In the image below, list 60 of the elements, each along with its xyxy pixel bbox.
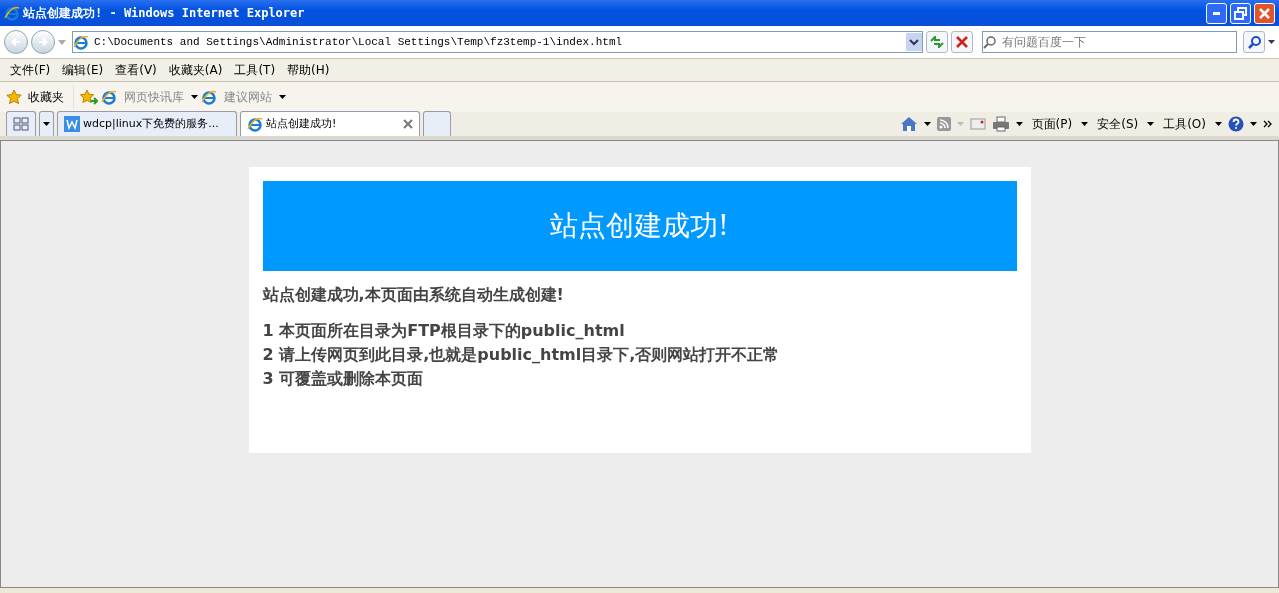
feed-icon[interactable] <box>936 117 951 131</box>
add-favorite-icon[interactable] <box>80 89 98 105</box>
search-icon <box>1247 35 1261 49</box>
tab-list-button[interactable] <box>39 111 54 136</box>
caret-icon[interactable] <box>1147 122 1155 126</box>
caret-icon[interactable] <box>1015 122 1023 126</box>
stop-icon <box>956 36 968 48</box>
home-icon[interactable] <box>899 116 918 132</box>
menu-item[interactable]: 文件(F) <box>6 61 59 79</box>
star-icon <box>6 89 22 105</box>
browser-logo-icon <box>4 5 20 21</box>
minimize-button[interactable] <box>1206 2 1227 24</box>
caret-icon <box>956 122 964 126</box>
menu-item[interactable]: 帮助(H) <box>283 61 338 79</box>
menu-item[interactable]: 查看(V) <box>111 61 165 79</box>
page-icon <box>73 34 89 50</box>
search-button[interactable] <box>1243 31 1265 53</box>
browser-tab[interactable]: 站点创建成功! <box>240 111 420 136</box>
menu-item[interactable]: 工具(T) <box>230 61 284 79</box>
site-logo-icon <box>64 116 80 132</box>
banner-title: 站点创建成功! <box>549 208 730 244</box>
page-icon <box>101 89 117 105</box>
instruction-line: 2 请上传网页到此目录,也就是public_html目录下,否则网站打开不正常 <box>262 344 781 366</box>
favorites-button[interactable]: 收藏夹 <box>25 88 67 106</box>
minimize-icon <box>1213 11 1220 15</box>
caret-icon[interactable] <box>1250 122 1257 126</box>
caret-icon[interactable] <box>1081 122 1089 126</box>
stop-button[interactable] <box>951 31 973 53</box>
caret-icon[interactable] <box>279 95 286 99</box>
caret-icon[interactable] <box>1268 40 1275 44</box>
help-icon[interactable] <box>1228 116 1244 132</box>
more-icon[interactable] <box>1263 120 1273 128</box>
caret-icon[interactable] <box>1215 122 1222 126</box>
caret-icon[interactable] <box>191 95 198 99</box>
window-title: 站点创建成功! - Windows Internet Explorer <box>23 5 306 22</box>
restore-icon <box>1234 6 1247 20</box>
command-button[interactable]: 页面(P) <box>1028 115 1076 133</box>
browser-tab[interactable]: wdcp|linux下免费的服务... <box>57 111 237 136</box>
restore-button[interactable] <box>1230 2 1251 24</box>
page-icon <box>247 116 263 132</box>
command-button[interactable]: 安全(S) <box>1094 115 1142 133</box>
close-button[interactable] <box>1254 2 1275 24</box>
back-arrow-icon <box>11 37 21 47</box>
instruction-line: 1 本页面所在目录为FTP根目录下的public_html <box>262 320 626 342</box>
menu-item[interactable]: 收藏夹(A) <box>164 61 231 79</box>
grid-icon <box>13 117 29 131</box>
forward-arrow-icon <box>38 37 48 47</box>
close-icon[interactable] <box>403 119 413 129</box>
instruction-line: 3 可覆盖或删除本页面 <box>262 368 425 390</box>
printer-icon[interactable] <box>991 116 1010 132</box>
caret-icon[interactable] <box>923 122 931 126</box>
command-button[interactable]: 工具(O) <box>1160 115 1209 133</box>
search-bar[interactable]: 有问题百度一下 <box>982 31 1237 53</box>
intro-text: 站点创建成功,本页面由系统自动生成创建! <box>262 284 565 306</box>
search-icon <box>983 35 997 49</box>
close-icon <box>1259 7 1270 19</box>
refresh-icon <box>930 36 944 48</box>
page-icon <box>201 89 217 105</box>
caret-icon <box>43 122 50 126</box>
menu-item[interactable]: 编辑(E) <box>58 61 112 79</box>
